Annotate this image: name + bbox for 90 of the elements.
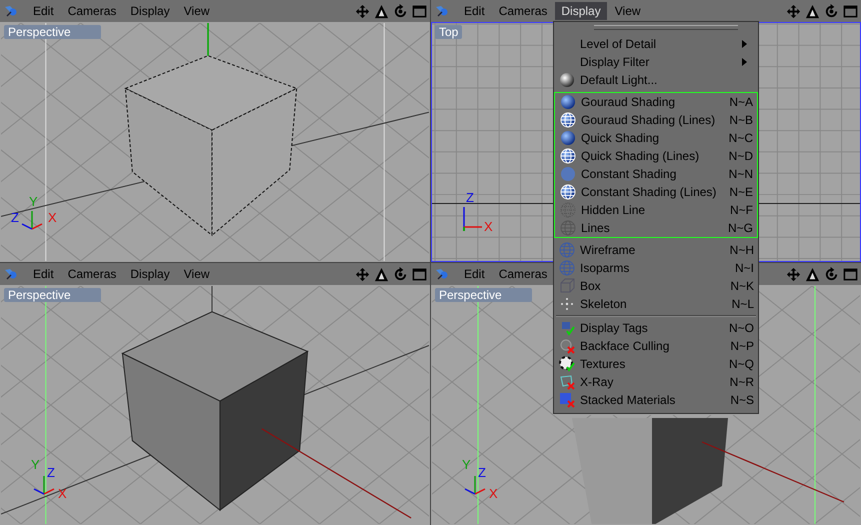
menu-item[interactable]: X-Ray N~R <box>554 373 758 391</box>
move-icon[interactable] <box>355 266 370 282</box>
menu-item[interactable]: Display Filter <box>554 53 758 71</box>
sphere-icon <box>560 130 576 146</box>
menu-bar-item[interactable]: Display <box>124 2 176 20</box>
menu-bar-item[interactable]: Edit <box>27 265 60 283</box>
axis-label: Y <box>31 458 40 472</box>
menu-item[interactable]: Lines N~G <box>555 219 757 237</box>
pin-icon[interactable] <box>3 3 19 19</box>
wireframe-sphere-icon <box>559 242 575 258</box>
wireframe-sphere-icon <box>560 184 576 200</box>
rotate-icon[interactable] <box>824 266 839 282</box>
menu-bar-item[interactable]: View <box>608 2 647 20</box>
triangle-icon[interactable] <box>805 4 820 18</box>
menu-item[interactable]: Hidden Line N~F <box>555 201 757 219</box>
material-cross-icon <box>559 392 575 408</box>
menu-item[interactable]: Textures N~Q <box>554 355 758 373</box>
axis-label: X <box>489 487 498 501</box>
menu-item[interactable]: Quick Shading (Lines) N~D <box>555 147 757 165</box>
menu-bar-item[interactable]: Edit <box>27 2 60 20</box>
menu-bar-item[interactable]: Cameras <box>62 265 122 283</box>
viewport-title: Perspective <box>4 288 101 302</box>
viewport-title: Perspective <box>435 288 532 302</box>
viewport-title: Perspective <box>4 25 101 39</box>
move-icon[interactable] <box>786 4 801 18</box>
axis-label: Z <box>466 191 474 205</box>
axis-gizmo-icon <box>21 209 43 231</box>
pin-icon[interactable] <box>434 266 450 282</box>
maximize-icon[interactable] <box>412 4 427 18</box>
triangle-icon[interactable] <box>805 266 820 282</box>
menu-item[interactable]: Skeleton N~L <box>554 295 758 313</box>
dotted-sphere-icon <box>560 202 576 218</box>
menu-bar-item[interactable]: Cameras <box>492 265 554 283</box>
axis-label: Y <box>462 458 471 472</box>
submenu-arrow-icon <box>742 58 748 66</box>
maximize-icon[interactable] <box>843 4 858 18</box>
menu-item[interactable]: Constant Shading (Lines) N~E <box>555 183 757 201</box>
triangle-icon[interactable] <box>374 4 389 18</box>
menu-bar-item[interactable]: View <box>178 2 216 20</box>
move-icon[interactable] <box>355 4 370 18</box>
checker-ball-icon <box>559 356 575 372</box>
menu-item[interactable]: Constant Shading N~N <box>555 165 757 183</box>
maximize-icon[interactable] <box>843 266 858 282</box>
cube-cross-icon <box>559 374 575 390</box>
menu-item[interactable]: Display Tags N~O <box>554 319 758 337</box>
menu-item[interactable]: Level of Detail <box>554 35 758 53</box>
sphere-cross-icon <box>559 338 575 354</box>
axis-label: X <box>48 211 57 225</box>
rotate-icon[interactable] <box>393 4 408 18</box>
axis-label: Y <box>29 195 38 209</box>
menu-bar-item[interactable]: Display <box>124 265 176 283</box>
rotate-icon[interactable] <box>824 4 839 18</box>
sphere-icon <box>560 94 576 110</box>
menu-item[interactable]: Quick Shading N~C <box>555 129 757 147</box>
menu-bar-item[interactable]: View <box>178 265 216 283</box>
dots-icon <box>559 296 575 312</box>
menu-item[interactable]: Gouraud Shading (Lines) N~B <box>555 111 757 129</box>
wireframe-sphere-icon <box>560 112 576 128</box>
triangle-icon[interactable] <box>374 266 389 282</box>
move-icon[interactable] <box>786 266 801 282</box>
axis-label: Z <box>11 211 19 225</box>
axis-label: X <box>58 487 67 501</box>
menu-bar-item[interactable]: Cameras <box>62 2 122 20</box>
pin-icon[interactable] <box>434 3 450 19</box>
menu-item[interactable]: Backface Culling N~P <box>554 337 758 355</box>
wireframe-sphere-icon <box>560 148 576 164</box>
menu-item[interactable]: Box N~K <box>554 277 758 295</box>
menu-bar-item[interactable]: Display <box>555 2 607 20</box>
tag-check-icon <box>559 320 575 336</box>
cube-icon <box>559 278 575 294</box>
menu-bar-item[interactable]: Cameras <box>492 2 554 20</box>
menu-item[interactable]: Isoparms N~I <box>554 259 758 277</box>
wireframe-sphere-icon <box>560 220 576 236</box>
rotate-icon[interactable] <box>393 266 408 282</box>
maximize-icon[interactable] <box>412 266 427 282</box>
axis-label: X <box>484 220 493 234</box>
viewport-title: Top <box>435 25 462 39</box>
menu-bar-item[interactable]: Edit <box>458 265 491 283</box>
menu-bar-item[interactable]: Edit <box>458 2 491 20</box>
axis-label: Z <box>47 466 55 480</box>
wireframe-sphere-icon <box>559 260 575 276</box>
axis-gizmo-icon <box>462 207 482 231</box>
circle-icon <box>560 166 576 182</box>
menu-item[interactable]: Stacked Materials N~S <box>554 391 758 409</box>
menu-item[interactable]: Default Light... <box>554 71 758 89</box>
menu-item[interactable]: Wireframe N~H <box>554 241 758 259</box>
sphere-icon <box>559 72 575 88</box>
pin-icon[interactable] <box>3 266 19 282</box>
menu-item[interactable]: Gouraud Shading N~A <box>555 93 757 111</box>
submenu-arrow-icon <box>742 40 748 48</box>
